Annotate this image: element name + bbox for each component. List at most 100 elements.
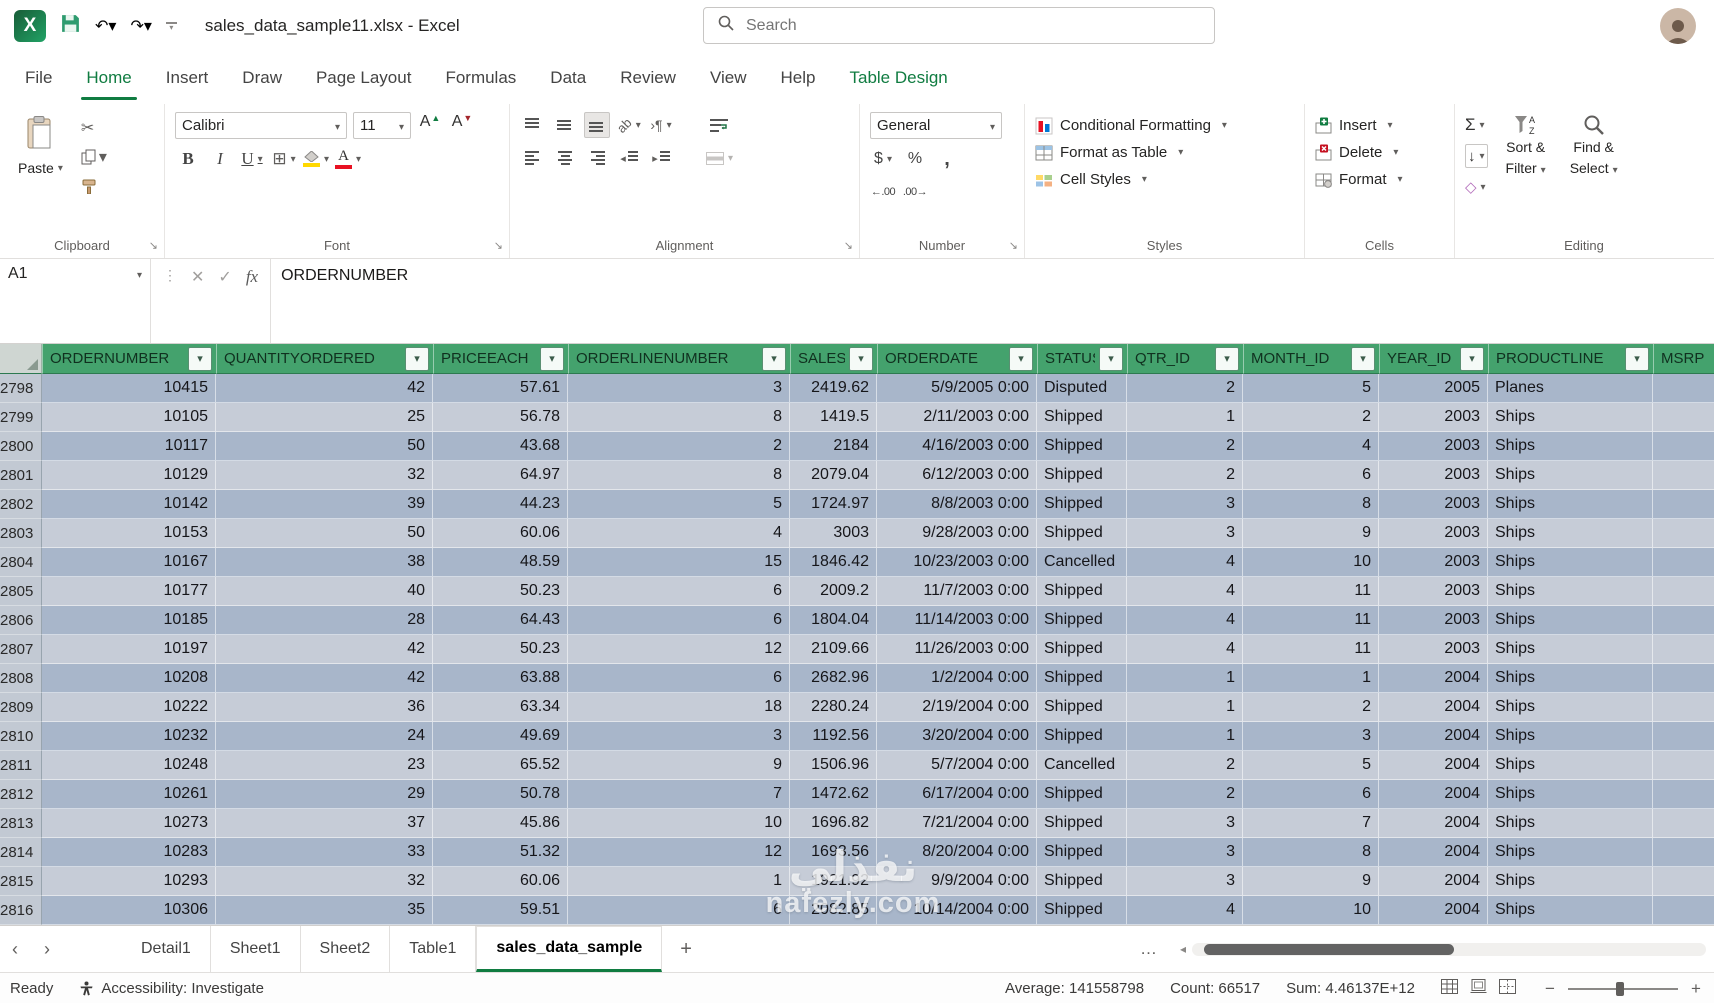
font-name-combobox[interactable]: Calibri	[175, 112, 347, 139]
ribbon-tab-formulas[interactable]: Formulas	[428, 52, 533, 104]
sheet-tab-detail1[interactable]: Detail1	[122, 926, 211, 972]
insert-function-icon[interactable]: fx	[246, 267, 258, 287]
cell-quantityordered-r2807[interactable]: 42	[216, 635, 433, 664]
cell-month-id-r2804[interactable]: 10	[1243, 548, 1379, 577]
cell-orderdate-r2815[interactable]: 9/9/2004 0:00	[877, 867, 1037, 896]
cell-quantityordered-r2801[interactable]: 32	[216, 461, 433, 490]
find-select-button[interactable]: Find & Select	[1564, 112, 1624, 198]
cell-ordernumber-r2814[interactable]: 10283	[42, 838, 216, 867]
cell-ordernumber-r2807[interactable]: 10197	[42, 635, 216, 664]
cell-month-id-r2801[interactable]: 6	[1243, 461, 1379, 490]
cell-status-r2816[interactable]: Shipped	[1037, 896, 1127, 925]
cell-orderlinenumber-r2798[interactable]: 3	[568, 374, 790, 403]
cell-priceeach-r2800[interactable]: 43.68	[433, 432, 568, 461]
cell-productline-r2809[interactable]: Ships	[1488, 693, 1653, 722]
decrease-decimal-button[interactable]: .00→	[902, 179, 928, 205]
cell-msrp-r2799[interactable]	[1653, 403, 1714, 432]
cell-month-id-r2815[interactable]: 9	[1243, 867, 1379, 896]
delete-cells-button[interactable]: Delete	[1315, 139, 1446, 166]
cell-year-id-r2813[interactable]: 2004	[1379, 809, 1488, 838]
cell-qtr-id-r2807[interactable]: 4	[1127, 635, 1243, 664]
cell-orderlinenumber-r2811[interactable]: 9	[568, 751, 790, 780]
row-header-2811[interactable]: 2811	[0, 751, 42, 780]
cell-status-r2813[interactable]: Shipped	[1037, 809, 1127, 838]
filter-dropdown-status[interactable]	[1099, 347, 1123, 371]
increase-indent-button[interactable]: ▸	[648, 145, 674, 171]
underline-button[interactable]: U	[239, 146, 265, 172]
format-cells-button[interactable]: Format	[1315, 166, 1446, 193]
row-header-2809[interactable]: 2809	[0, 693, 42, 722]
cell-orderdate-r2813[interactable]: 7/21/2004 0:00	[877, 809, 1037, 838]
cell-year-id-r2802[interactable]: 2003	[1379, 490, 1488, 519]
sheet-tab-sales-data-sample[interactable]: sales_data_sample	[476, 926, 662, 972]
row-header-2815[interactable]: 2815	[0, 867, 42, 896]
cell-orderlinenumber-r2814[interactable]: 12	[568, 838, 790, 867]
cell-productline-r2815[interactable]: Ships	[1488, 867, 1653, 896]
new-sheet-button[interactable]: +	[662, 926, 710, 972]
cell-status-r2809[interactable]: Shipped	[1037, 693, 1127, 722]
paste-button[interactable]: Paste	[10, 112, 71, 196]
status-average[interactable]: Average: 141558798	[1005, 980, 1144, 997]
accounting-format-button[interactable]: $	[870, 146, 896, 172]
cell-status-r2805[interactable]: Shipped	[1037, 577, 1127, 606]
cell-status-r2801[interactable]: Shipped	[1037, 461, 1127, 490]
cell-sales-r2798[interactable]: 2419.62	[790, 374, 877, 403]
cell-quantityordered-r2809[interactable]: 36	[216, 693, 433, 722]
cell-productline-r2801[interactable]: Ships	[1488, 461, 1653, 490]
cell-year-id-r2798[interactable]: 2005	[1379, 374, 1488, 403]
column-header-priceeach[interactable]: PRICEEACH	[433, 344, 568, 374]
cell-orderdate-r2805[interactable]: 11/7/2003 0:00	[877, 577, 1037, 606]
cell-status-r2807[interactable]: Shipped	[1037, 635, 1127, 664]
sheet-nav-left-icon[interactable]: ‹	[12, 939, 18, 960]
cell-productline-r2807[interactable]: Ships	[1488, 635, 1653, 664]
cell-qtr-id-r2809[interactable]: 1	[1127, 693, 1243, 722]
cell-productline-r2805[interactable]: Ships	[1488, 577, 1653, 606]
cell-orderdate-r2798[interactable]: 5/9/2005 0:00	[877, 374, 1037, 403]
filter-dropdown-priceeach[interactable]	[540, 347, 564, 371]
cell-quantityordered-r2806[interactable]: 28	[216, 606, 433, 635]
cell-year-id-r2803[interactable]: 2003	[1379, 519, 1488, 548]
cell-sales-r2814[interactable]: 1693.56	[790, 838, 877, 867]
status-sum[interactable]: Sum: 4.46137E+12	[1286, 980, 1415, 997]
cell-ordernumber-r2800[interactable]: 10117	[42, 432, 216, 461]
cell-styles-button[interactable]: Cell Styles	[1035, 166, 1296, 193]
column-header-qtr-id[interactable]: QTR_ID	[1127, 344, 1243, 374]
filter-dropdown-sales[interactable]	[849, 347, 873, 371]
cell-qtr-id-r2812[interactable]: 2	[1127, 780, 1243, 809]
cell-sales-r2802[interactable]: 1724.97	[790, 490, 877, 519]
cell-year-id-r2804[interactable]: 2003	[1379, 548, 1488, 577]
ribbon-tab-data[interactable]: Data	[533, 52, 603, 104]
cell-year-id-r2801[interactable]: 2003	[1379, 461, 1488, 490]
column-header-orderlinenumber[interactable]: ORDERLINENUMBER	[568, 344, 790, 374]
ribbon-tab-home[interactable]: Home	[69, 52, 148, 104]
decrease-font-size-button[interactable]: A▼	[449, 113, 475, 139]
name-box-dropdown-icon[interactable]	[133, 265, 142, 283]
cell-month-id-r2803[interactable]: 9	[1243, 519, 1379, 548]
scroll-left-icon[interactable]: ◂	[1180, 942, 1186, 956]
sheet-tab-table1[interactable]: Table1	[390, 926, 476, 972]
cell-sales-r2810[interactable]: 1192.56	[790, 722, 877, 751]
cell-ordernumber-r2809[interactable]: 10222	[42, 693, 216, 722]
increase-decimal-button[interactable]: ←.00	[870, 179, 896, 205]
cell-qtr-id-r2802[interactable]: 3	[1127, 490, 1243, 519]
cell-status-r2800[interactable]: Shipped	[1037, 432, 1127, 461]
page-layout-view-button[interactable]	[1470, 979, 1487, 998]
cell-msrp-r2816[interactable]	[1653, 896, 1714, 925]
cell-orderlinenumber-r2815[interactable]: 1	[568, 867, 790, 896]
column-header-sales[interactable]: SALES	[790, 344, 877, 374]
cell-month-id-r2813[interactable]: 7	[1243, 809, 1379, 838]
cell-month-id-r2805[interactable]: 11	[1243, 577, 1379, 606]
cell-quantityordered-r2811[interactable]: 23	[216, 751, 433, 780]
cell-orderlinenumber-r2802[interactable]: 5	[568, 490, 790, 519]
orientation-button[interactable]: ab	[616, 112, 642, 138]
format-as-table-button[interactable]: Format as Table	[1035, 139, 1296, 166]
cell-ordernumber-r2802[interactable]: 10142	[42, 490, 216, 519]
cell-year-id-r2808[interactable]: 2004	[1379, 664, 1488, 693]
cell-qtr-id-r2804[interactable]: 4	[1127, 548, 1243, 577]
cell-orderlinenumber-r2799[interactable]: 8	[568, 403, 790, 432]
cell-msrp-r2813[interactable]	[1653, 809, 1714, 838]
cell-quantityordered-r2808[interactable]: 42	[216, 664, 433, 693]
cell-qtr-id-r2816[interactable]: 4	[1127, 896, 1243, 925]
cell-month-id-r2802[interactable]: 8	[1243, 490, 1379, 519]
cell-priceeach-r2812[interactable]: 50.78	[433, 780, 568, 809]
